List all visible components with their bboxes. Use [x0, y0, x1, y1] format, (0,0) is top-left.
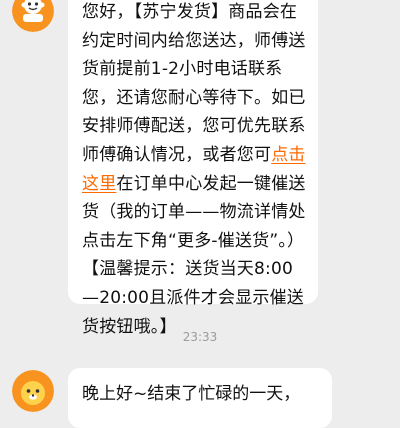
- agent-avatar-top[interactable]: [12, 0, 54, 32]
- message-text: 晚上好~结束了忙碌的一天，: [82, 384, 301, 404]
- message-timestamp: 23:33: [182, 330, 218, 344]
- agent-avatar-bottom[interactable]: [12, 370, 54, 412]
- bot-avatar-icon: [12, 0, 54, 32]
- lion-avatar-icon: [12, 370, 54, 412]
- message-bubble-2: 晚上好~结束了忙碌的一天，: [68, 368, 332, 428]
- message-bubble-1: 您好，【苏宁发货】商品会在约定时间内给您送达，师傅送货前提前1-2小时电话联系您…: [68, 0, 318, 337]
- message-text: 在订单中心发起一键催送货（我的订单——物流详情处点击左下角“更多-催送货”。）【…: [82, 173, 306, 337]
- message-text: 您好，【苏宁发货】商品会在约定时间内给您送达，师傅送货前提前1-2小时电话联系您…: [82, 2, 306, 165]
